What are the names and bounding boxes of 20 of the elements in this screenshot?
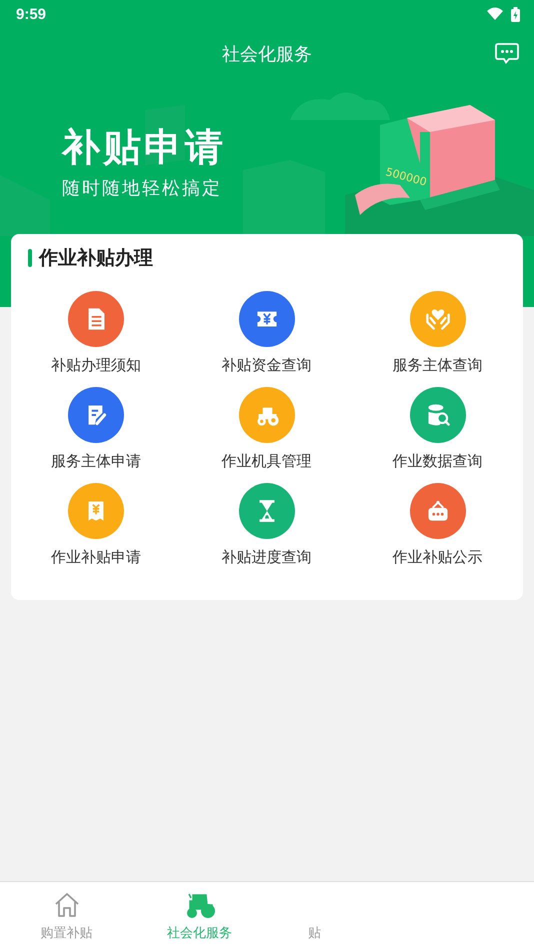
menu-item-label[interactable]: 补贴进度查询 (222, 547, 312, 567)
page-title: 社会化服务 (222, 43, 312, 66)
menu-item-label[interactable]: 作业机具管理 (222, 451, 312, 471)
section-marker (28, 249, 32, 267)
battery-icon (511, 6, 520, 22)
banner-title: 补贴申请 (62, 124, 226, 170)
wifi-icon (487, 7, 503, 21)
menu-item-label[interactable]: 服务主体申请 (51, 451, 141, 471)
banner-subtitle: 随时随地轻松搞定 (62, 177, 223, 200)
menu-item-label[interactable]: 补贴办理须知 (51, 355, 141, 375)
menu-item-label[interactable]: 补贴资金查询 (222, 355, 312, 375)
status-time: 9:59 (16, 6, 46, 22)
menu-item-label[interactable]: 服务主体查询 (392, 355, 482, 375)
menu-item-label[interactable]: 作业数据查询 (392, 451, 482, 471)
section-title: 作业补贴办理 (39, 246, 153, 271)
message-icon[interactable] (495, 42, 519, 64)
amount-label: 500000 (384, 165, 428, 189)
menu-item-label[interactable]: 作业补贴申请 (51, 547, 141, 567)
home-icon[interactable] (52, 891, 80, 919)
menu-item-label[interactable]: 作业补贴公示 (392, 547, 482, 567)
